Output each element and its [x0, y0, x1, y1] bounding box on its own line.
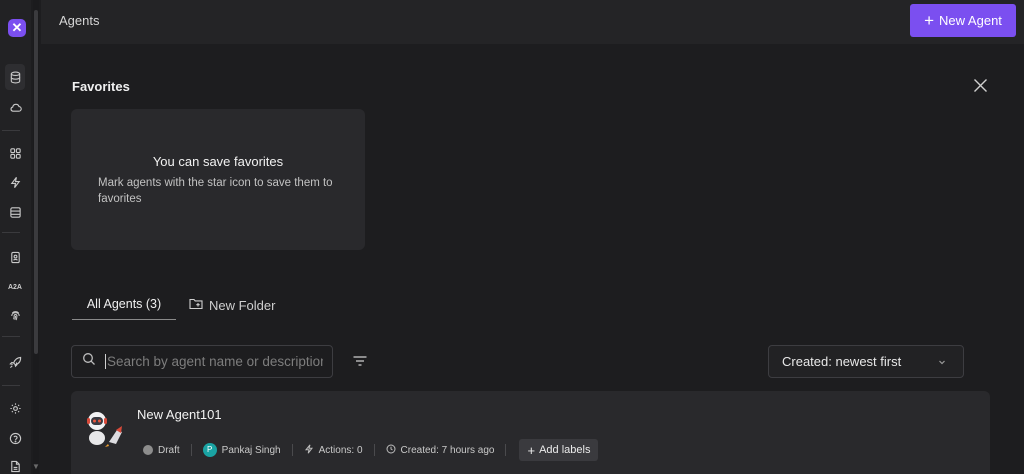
status-badge: Draft: [143, 445, 180, 456]
document-icon[interactable]: [5, 456, 25, 474]
cloud-icon[interactable]: [5, 97, 25, 117]
new-agent-button[interactable]: + New Agent: [910, 4, 1016, 37]
contact-card-icon[interactable]: [5, 247, 25, 267]
favorites-empty-title: You can save favorites: [152, 154, 284, 169]
lightning-icon[interactable]: [5, 172, 25, 192]
search-box: [71, 345, 333, 378]
database-icon[interactable]: [5, 64, 25, 90]
agent-name[interactable]: New Agent101: [137, 407, 222, 422]
clock-icon: [386, 444, 396, 457]
sidebar-scrollbar-thumb[interactable]: [34, 10, 38, 354]
sidebar-divider: [2, 232, 20, 233]
status-label: Draft: [158, 444, 180, 456]
add-labels-label: Add labels: [539, 444, 591, 456]
created-time: Created: 7 hours ago: [386, 444, 495, 457]
owner-name: Pankaj Singh: [221, 444, 281, 456]
tab-all-agents[interactable]: All Agents (3): [72, 290, 176, 320]
sort-dropdown[interactable]: Created: newest first: [768, 345, 964, 378]
avatar: P: [202, 443, 217, 457]
fingerprint-icon[interactable]: [5, 305, 25, 325]
agent-card[interactable]: New Agent101 Draft P Pankaj Singh Action…: [71, 391, 990, 474]
grid-icon[interactable]: [5, 143, 25, 163]
status-dot-icon: [143, 445, 153, 455]
sidebar-divider: [2, 130, 20, 131]
chevron-down-icon: [937, 355, 947, 365]
meta-separator: [373, 444, 375, 456]
sidebar-divider: [2, 385, 20, 386]
close-icon[interactable]: [972, 77, 989, 94]
table-icon[interactable]: [5, 202, 25, 222]
search-input[interactable]: [105, 354, 323, 369]
new-folder-label: New Folder: [209, 297, 276, 313]
plus-icon: +: [924, 11, 935, 30]
plus-icon: +: [527, 442, 536, 458]
top-header: Agents + New Agent: [41, 0, 1024, 44]
sidebar: ✕ A2A: [0, 0, 31, 474]
a2a-icon[interactable]: A2A: [5, 277, 25, 297]
new-agent-label: New Agent: [939, 13, 1002, 28]
help-icon[interactable]: [5, 428, 25, 448]
agent-avatar-robot-icon: [83, 406, 125, 448]
filter-icon[interactable]: [352, 354, 368, 368]
meta-separator: [505, 444, 507, 456]
actions-label: Actions: 0: [318, 444, 363, 456]
new-folder-button[interactable]: New Folder: [189, 297, 275, 313]
agent-meta-row: Draft P Pankaj Singh Actions: 0 Created:…: [143, 439, 599, 461]
scroll-down-arrow-icon[interactable]: ▼: [31, 462, 41, 472]
app-logo[interactable]: ✕: [8, 19, 26, 37]
settings-icon[interactable]: [5, 398, 25, 418]
favorites-empty-description: Mark agents with the star icon to save t…: [98, 177, 333, 205]
favorites-title: Favorites: [72, 79, 130, 94]
lightning-icon: [304, 443, 314, 457]
search-icon: [82, 352, 96, 371]
favorites-empty-card: You can save favorites Mark agents with …: [71, 109, 365, 250]
sidebar-divider: [2, 336, 20, 337]
rocket-icon[interactable]: [5, 352, 25, 372]
folder-plus-icon: [189, 297, 203, 313]
actions-count: Actions: 0: [304, 443, 363, 457]
sort-value: Created: newest first: [782, 354, 902, 369]
meta-separator: [190, 444, 192, 456]
owner: P Pankaj Singh: [202, 443, 281, 457]
meta-separator: [291, 444, 293, 456]
add-labels-button[interactable]: + Add labels: [519, 439, 599, 461]
page-title: Agents: [59, 13, 100, 28]
created-label: Created: 7 hours ago: [400, 444, 495, 456]
